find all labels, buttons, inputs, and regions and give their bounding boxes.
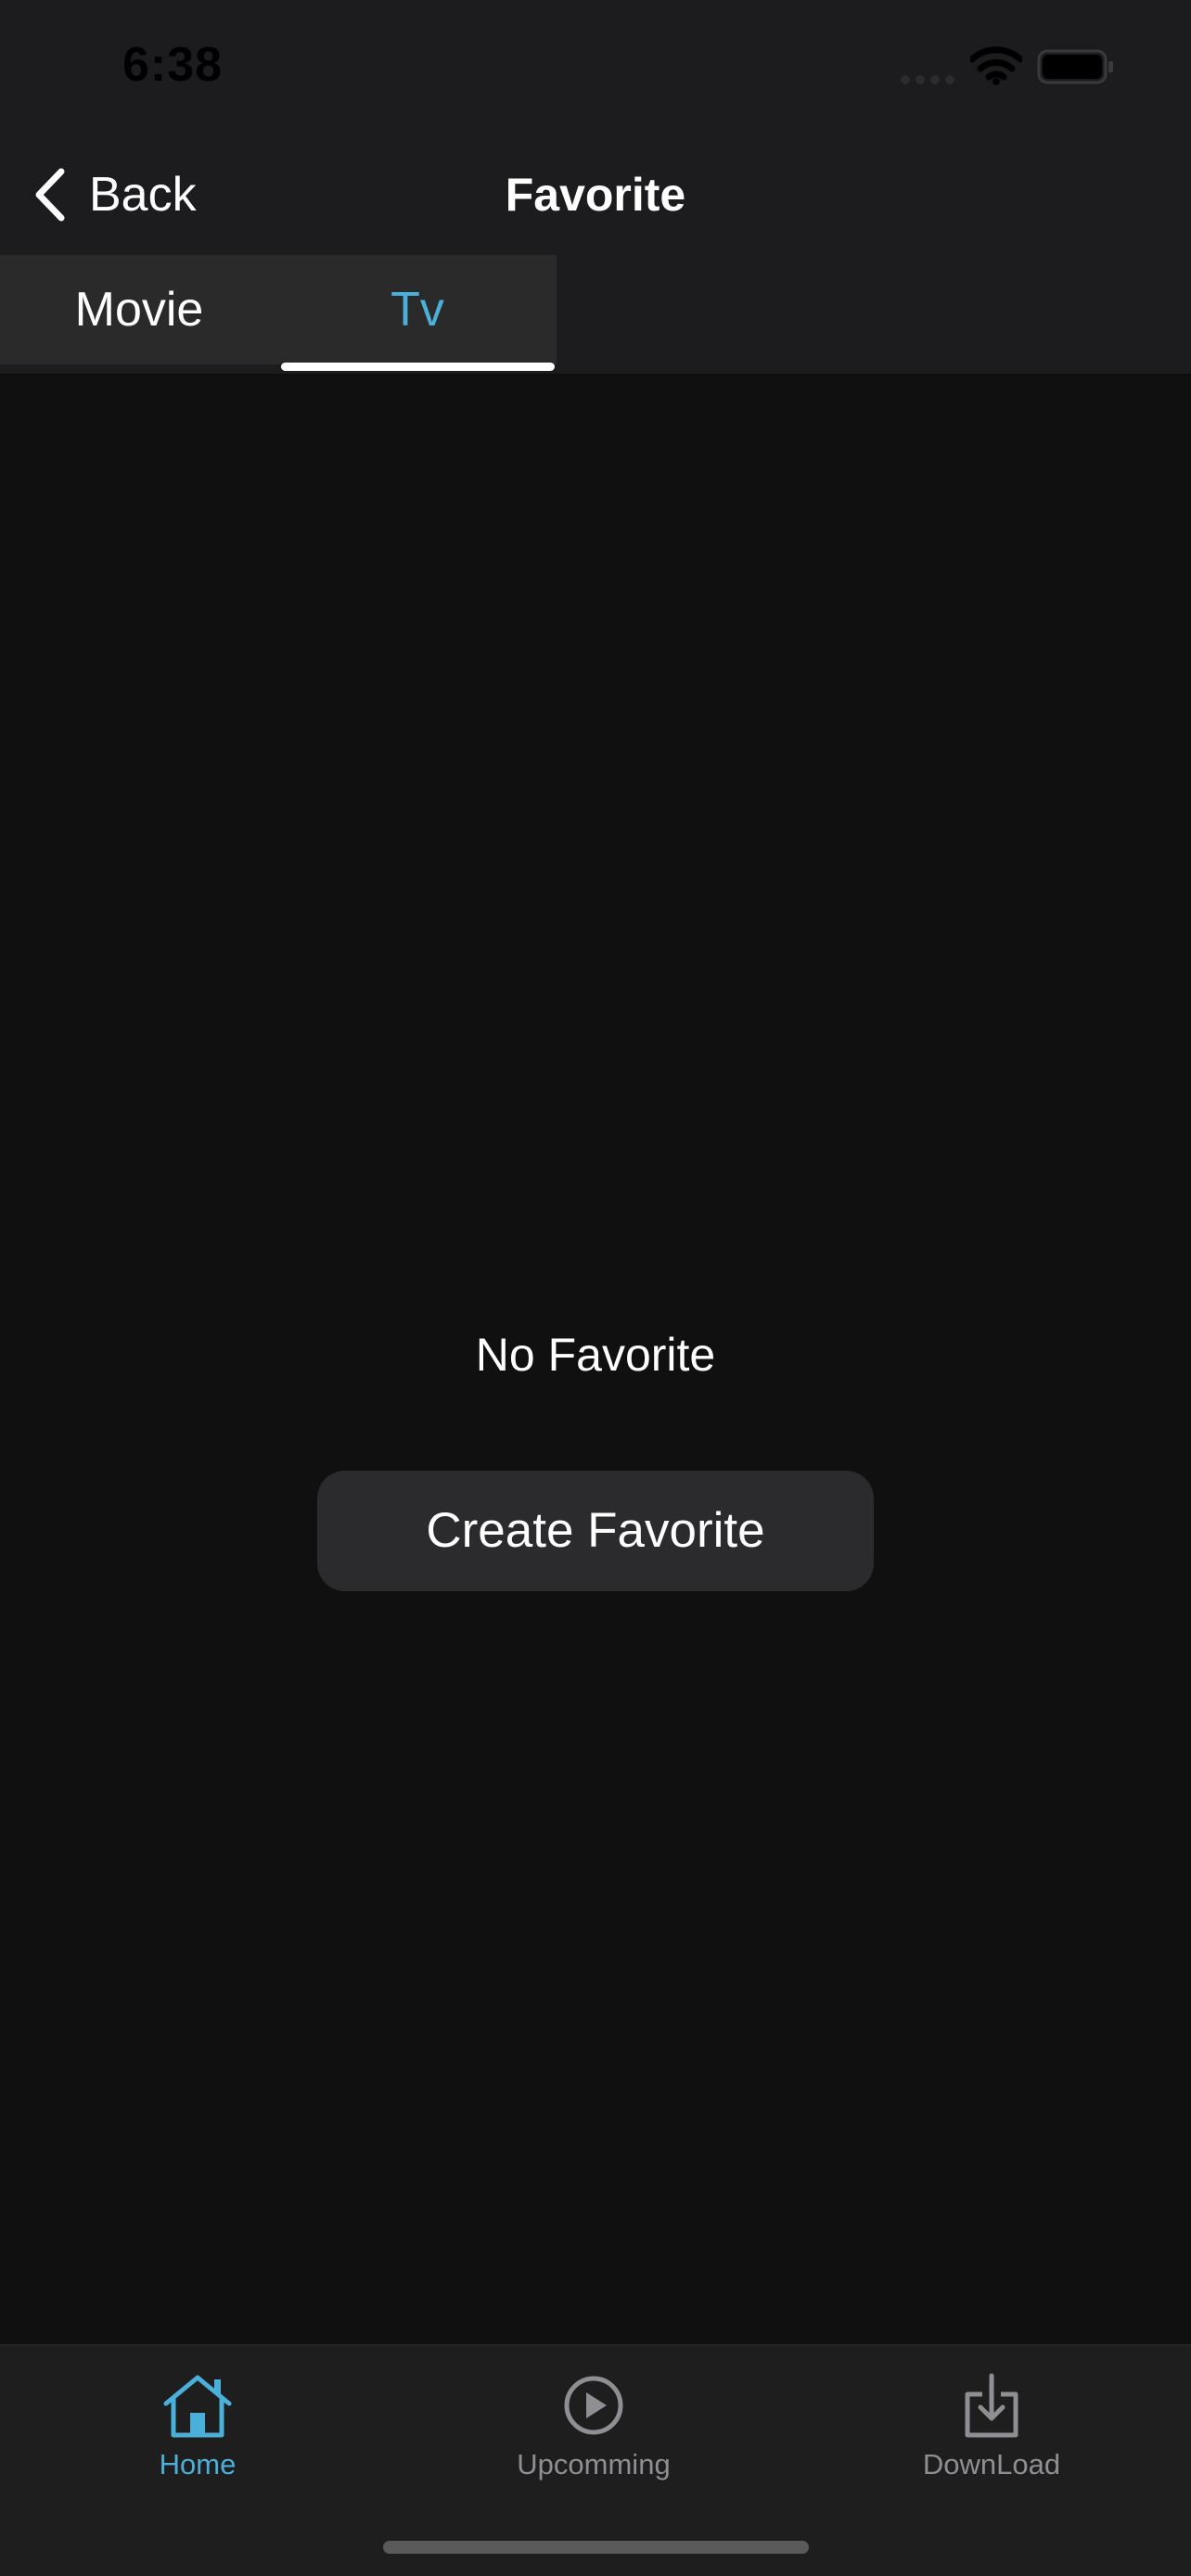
home-icon bbox=[163, 2375, 232, 2438]
play-circle-icon bbox=[564, 2376, 623, 2435]
bottom-tab-upcoming[interactable]: Upcomming bbox=[482, 2372, 705, 2493]
home-indicator[interactable] bbox=[383, 2541, 809, 2554]
bottom-tab-home-label: Home bbox=[159, 2448, 237, 2480]
bottom-tab-upcoming-label: Upcomming bbox=[517, 2448, 671, 2480]
tab-movie[interactable]: Movie bbox=[0, 255, 278, 364]
bottom-tab-download-label: DownLoad bbox=[922, 2448, 1061, 2480]
status-time: 6:38 bbox=[122, 38, 224, 92]
download-icon bbox=[965, 2373, 1018, 2438]
tab-group: Movie Tv bbox=[0, 255, 557, 364]
selected-tab-indicator bbox=[281, 363, 555, 371]
bottom-tab-download[interactable]: DownLoad bbox=[880, 2372, 1103, 2493]
create-favorite-button[interactable]: Create Favorite bbox=[317, 1471, 874, 1591]
cellular-signal-icon bbox=[901, 75, 954, 84]
favorite-screen: 6:38 Back Favorite Movie Tv No Favorite … bbox=[0, 0, 1191, 2576]
tab-tv[interactable]: Tv bbox=[278, 255, 557, 364]
battery-icon bbox=[1037, 49, 1113, 84]
bottom-tab-home[interactable]: Home bbox=[86, 2372, 309, 2493]
wifi-icon bbox=[970, 46, 1022, 85]
status-bar: 6:38 bbox=[0, 0, 1191, 134]
page-title: Favorite bbox=[505, 169, 686, 221]
navigation-bar: Back Favorite bbox=[0, 134, 1191, 255]
tab-bar: Movie Tv bbox=[0, 255, 1191, 374]
empty-state-message: No Favorite bbox=[475, 1329, 716, 1381]
